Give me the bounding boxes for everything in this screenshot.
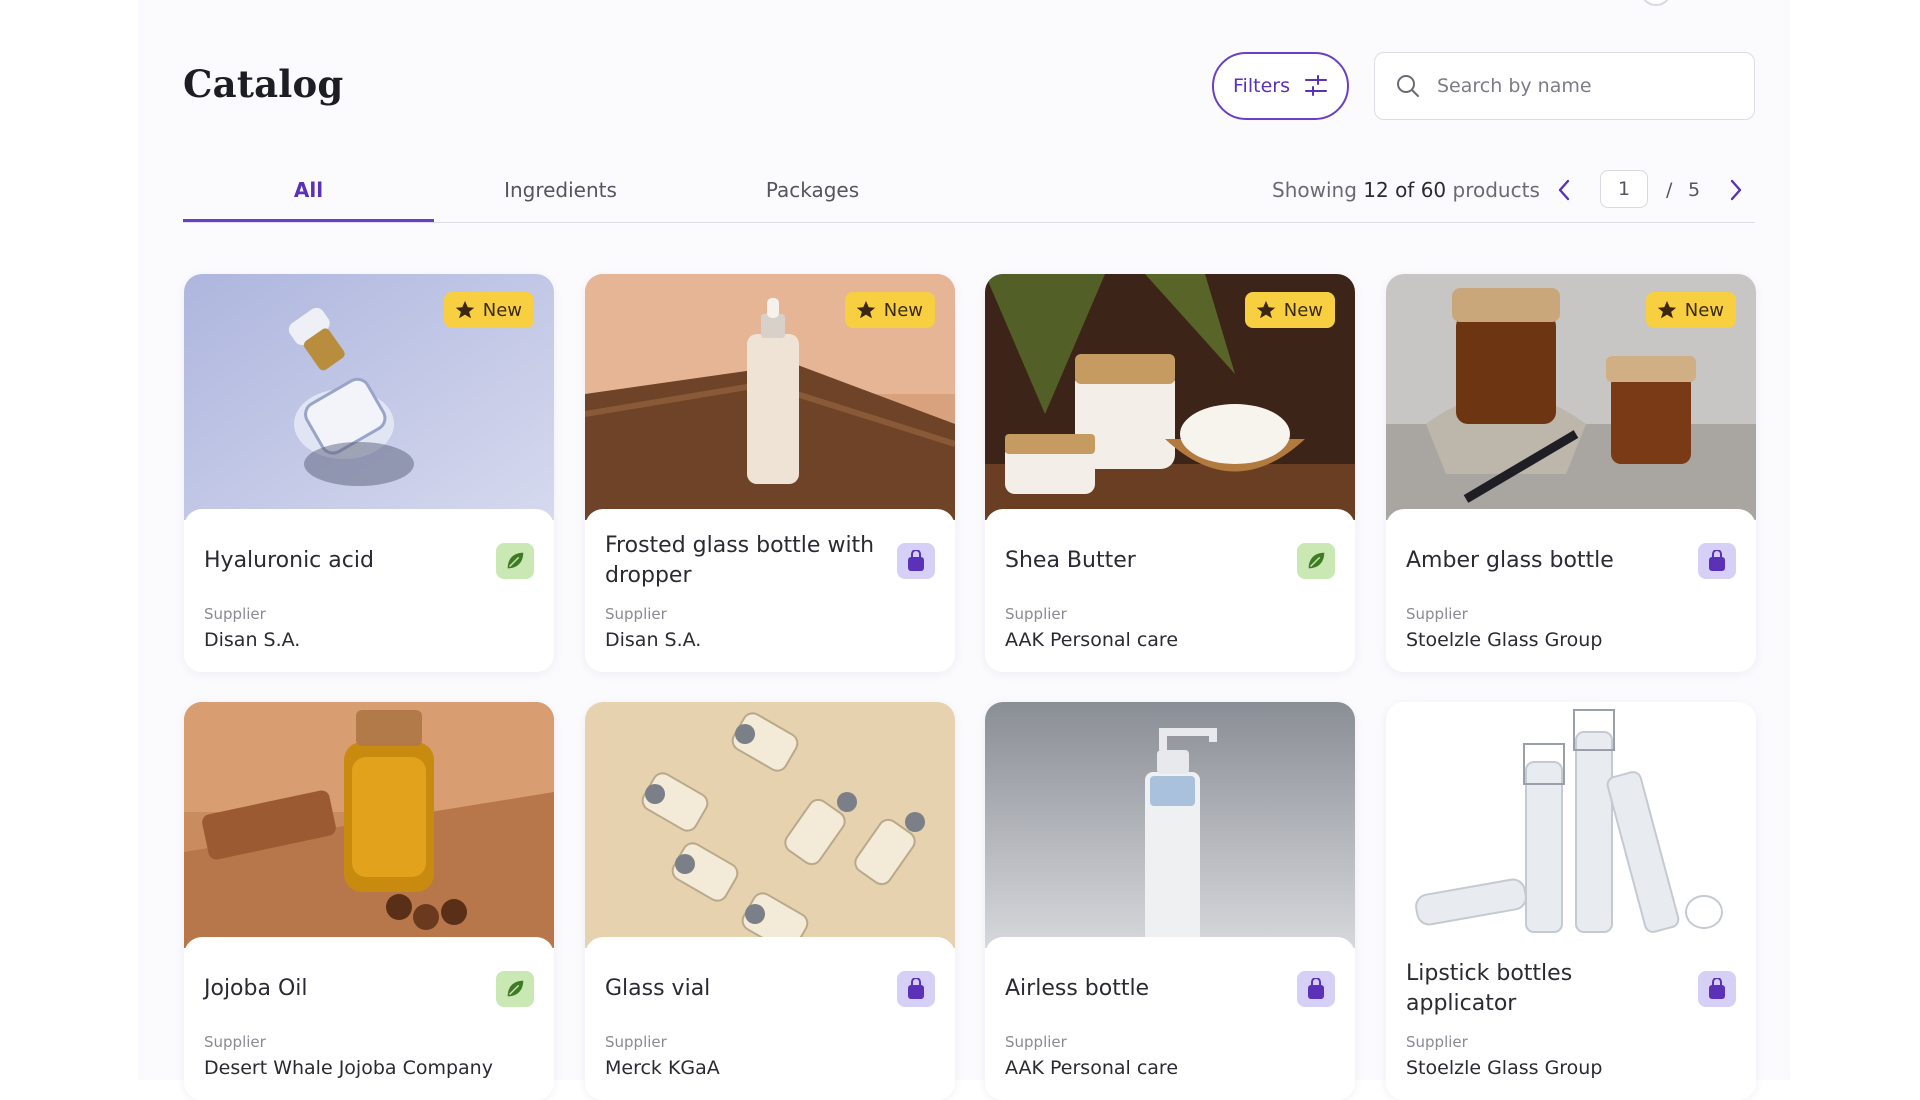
search-input[interactable] [1435,74,1739,98]
product-card[interactable]: Airless bottle Supplier AAK Personal car… [985,702,1355,1100]
new-badge-label: New [1684,299,1724,321]
tab-ingredients[interactable]: Ingredients [435,170,686,222]
supplier-name: Stoelzle Glass Group [1406,1057,1603,1079]
supplier-label: Supplier [204,1033,266,1051]
supplier-label: Supplier [1005,1033,1067,1051]
bag-icon [908,550,924,571]
product-name: Lipstick bottles applicator [1406,961,1573,1016]
ingredient-type-badge [496,971,534,1007]
supplier-name: Disan S.A. [204,629,301,651]
supplier-label: Supplier [1406,1033,1468,1051]
new-badge-label: New [482,299,522,321]
product-info: Airless bottle Supplier AAK Personal car… [985,937,1355,1100]
bag-icon [1308,978,1324,999]
showing-suffix: products [1452,178,1540,202]
product-info: Jojoba Oil Supplier Desert Whale Jojoba … [184,937,554,1100]
ingredient-type-badge [496,543,534,579]
chevron-left-icon [1558,179,1570,201]
star-icon [1657,300,1676,319]
supplier-name: Stoelzle Glass Group [1406,629,1603,651]
product-name: Airless bottle [1005,976,1150,1001]
product-card[interactable]: Jojoba Oil Supplier Desert Whale Jojoba … [184,702,554,1100]
new-badge: New [844,292,935,328]
product-image [585,702,955,948]
new-badge-label: New [883,299,923,321]
page-title: Catalog [183,62,344,106]
supplier-name: Merck KGaA [605,1057,720,1079]
tab-all[interactable]: All [183,170,434,222]
product-name: Glass vial [605,976,711,1001]
product-name: Shea Butter [1005,548,1136,573]
product-info: Amber glass bottle Supplier Stoelzle Gla… [1386,509,1756,672]
package-type-badge [1698,971,1736,1007]
supplier-name: AAK Personal care [1005,629,1179,651]
ingredient-type-badge [1297,543,1335,579]
supplier-label: Supplier [605,1033,667,1051]
product-image [184,702,554,948]
supplier-name: Disan S.A. [605,629,702,651]
bag-icon [908,978,924,999]
product-name: Frosted glass bottle with dropper [605,533,875,588]
product-name: Amber glass bottle [1406,548,1614,573]
new-badge: New [1244,292,1335,328]
page-number-input[interactable] [1600,170,1648,208]
package-type-badge [897,543,935,579]
package-type-badge [1698,543,1736,579]
new-badge: New [443,292,534,328]
bag-icon [1709,550,1725,571]
search-box[interactable] [1374,52,1755,120]
supplier-name: Desert Whale Jojoba Company [204,1057,493,1079]
supplier-label: Supplier [605,605,667,623]
filters-button[interactable]: Filters [1212,52,1349,120]
product-info: Frosted glass bottle with dropper Suppli… [585,509,955,672]
product-card[interactable]: New Frosted glass bottle with dropper Su… [585,274,955,672]
supplier-label: Supplier [1406,605,1468,623]
star-icon [1256,300,1275,319]
product-card[interactable]: Lipstick bottles applicator Supplier Sto… [1386,702,1756,1100]
leaf-icon [507,552,524,569]
leaf-icon [1308,552,1325,569]
product-info: Shea Butter Supplier AAK Personal care [985,509,1355,672]
product-card[interactable]: New Amber glass bottle Supplier Stoelzle… [1386,274,1756,672]
product-image [1386,702,1756,948]
product-card[interactable]: Glass vial Supplier Merck KGaA [585,702,955,1100]
product-info: Glass vial Supplier Merck KGaA [585,937,955,1100]
supplier-label: Supplier [204,605,266,623]
product-card[interactable]: New Hyaluronic acid Supplier Disan S.A. [184,274,554,672]
showing-count: 12 of 60 [1363,178,1447,202]
star-icon [455,300,474,319]
bag-icon [1709,978,1725,999]
leaf-icon [507,980,524,997]
page-separator: / [1666,179,1673,201]
chevron-right-icon [1730,179,1742,201]
new-badge-label: New [1283,299,1323,321]
package-type-badge [1297,971,1335,1007]
supplier-label: Supplier [1005,605,1067,623]
showing-prefix: Showing [1272,178,1357,202]
package-type-badge [897,971,935,1007]
filters-label: Filters [1233,75,1290,97]
tab-packages[interactable]: Packages [687,170,938,222]
new-badge: New [1645,292,1736,328]
search-icon [1397,75,1419,97]
star-icon [856,300,875,319]
next-page-button[interactable] [1722,176,1750,204]
sliders-icon [1304,75,1327,96]
supplier-name: AAK Personal care [1005,1057,1179,1079]
product-image [985,702,1355,948]
product-name: Jojoba Oil [204,976,308,1001]
product-info: Lipstick bottles applicator Supplier Sto… [1386,937,1756,1100]
product-info: Hyaluronic acid Supplier Disan S.A. [184,509,554,672]
showing-count-text: Showing 12 of 60 products [1272,178,1540,202]
product-name: Hyaluronic acid [204,548,374,573]
total-pages: 5 [1688,179,1701,201]
product-card[interactable]: New Shea Butter Supplier AAK Personal ca… [985,274,1355,672]
previous-page-button[interactable] [1550,176,1578,204]
